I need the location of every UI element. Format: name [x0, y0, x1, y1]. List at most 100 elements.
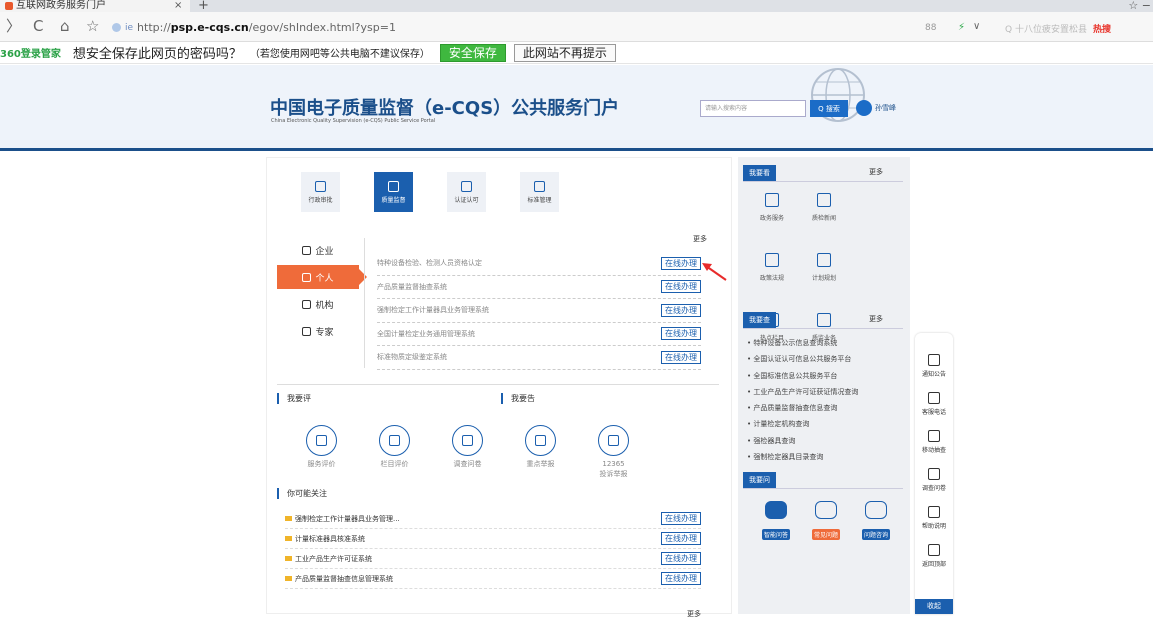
tab-standards[interactable]: 标准管理: [520, 172, 559, 212]
portal-subtitle: China Electronic Quality Supervision (e-…: [271, 118, 436, 124]
see-tag[interactable]: 我要看: [743, 165, 776, 181]
plan-link[interactable]: 计划规划: [798, 245, 850, 305]
report-button[interactable]: 重点举报: [504, 425, 577, 479]
url-field[interactable]: ie http:// psp.e-cqs.cn /egov/shIndex.ht…: [112, 18, 982, 37]
survey-float-button[interactable]: 调查问卷: [915, 461, 953, 499]
category-label: 质量监督: [381, 196, 406, 204]
search-button[interactable]: Q 搜索: [810, 100, 848, 117]
ie-mode-icon[interactable]: ie: [125, 23, 133, 33]
see-more-link[interactable]: 更多: [869, 167, 883, 177]
focus-name[interactable]: 计量标准器具核准系统: [295, 534, 365, 544]
gov-service-icon: [765, 193, 779, 207]
consult-button[interactable]: 问题咨询: [851, 501, 901, 540]
focus-name[interactable]: 产品质量监督抽查信息管理系统: [295, 574, 393, 584]
check-more-link[interactable]: 更多: [869, 314, 883, 324]
check-link[interactable]: • 特种设备公示信息查询系统: [747, 335, 907, 351]
online-handle-button[interactable]: 在线办理: [661, 512, 701, 525]
see-item-label: 质检新闻: [811, 215, 836, 222]
security-icon: [112, 23, 121, 32]
tab-certification[interactable]: 认证认可: [447, 172, 486, 212]
online-handle-button[interactable]: 在线办理: [661, 256, 701, 270]
check-link[interactable]: • 计量检定机构查询: [747, 416, 907, 432]
speed-mode-icon[interactable]: ⚡: [958, 22, 965, 33]
save-password-button[interactable]: 安全保存: [439, 43, 506, 62]
service-name[interactable]: 标准物质定级鉴定系统: [377, 352, 447, 362]
services-more-link[interactable]: 更多: [693, 234, 707, 244]
policy-link[interactable]: 政策法规: [746, 245, 798, 305]
column-eval-button[interactable]: 栏目评价: [358, 425, 431, 479]
collapse-button[interactable]: 收起: [915, 599, 953, 614]
notice-button[interactable]: 通知公告: [915, 347, 953, 385]
gov-service-link[interactable]: 政务服务: [746, 185, 798, 245]
password-note: （若您使用网吧等公共电脑不建议保存）: [249, 49, 430, 60]
online-handle-button[interactable]: 在线办理: [661, 280, 701, 294]
bookmark-star-icon[interactable]: ☆: [86, 18, 99, 34]
never-remind-button[interactable]: 此网站不再提示: [513, 43, 616, 62]
check-link[interactable]: • 强检器具查询: [747, 433, 907, 449]
check-link[interactable]: • 强制检定器具目录查询: [747, 449, 907, 465]
online-handle-button[interactable]: 在线办理: [661, 552, 701, 565]
sidebar-item-personal[interactable]: 个人: [277, 265, 367, 289]
back-to-top-button[interactable]: 返回顶部: [915, 537, 953, 575]
sidebar-item-label: 企业: [315, 246, 334, 257]
home-button[interactable]: ⌂: [60, 18, 70, 34]
phone-icon: [928, 392, 940, 404]
service-eval-button[interactable]: 服务评价: [285, 425, 358, 479]
calendar-icon: [817, 253, 831, 267]
survey-button[interactable]: 调查问卷: [431, 425, 504, 479]
help-button[interactable]: 帮助说明: [915, 499, 953, 537]
service-name[interactable]: 全国计量检定业务通用管理系统: [377, 329, 475, 339]
online-handle-button[interactable]: 在线办理: [661, 327, 701, 341]
user-name: 孙雪峰: [875, 104, 896, 112]
evaluate-row: 服务评价 栏目评价 调查问卷 重点举报 12365 投诉举报: [285, 425, 650, 479]
focus-name[interactable]: 工业产品生产许可证系统: [295, 554, 372, 564]
category-label: 行政审批: [308, 196, 333, 204]
check-link[interactable]: • 产品质量监督抽查信息查询: [747, 400, 907, 416]
tab-admin-approval[interactable]: 行政审批: [301, 172, 340, 212]
service-name[interactable]: 特种设备检验、检测人员资格认定: [377, 258, 482, 268]
browser-tab[interactable]: 互联网政务服务门户 ×: [0, 0, 190, 12]
divider: [364, 238, 365, 368]
window-controls[interactable]: ☆ −: [1128, 0, 1151, 12]
news-link[interactable]: 质检新闻: [798, 185, 850, 245]
online-handle-button[interactable]: 在线办理: [661, 532, 701, 545]
back-button[interactable]: 〉: [6, 18, 21, 34]
avatar: [856, 100, 872, 116]
float-label: 调查问卷: [921, 485, 946, 492]
focus-name[interactable]: 强制检定工作计量器具业务管理...: [295, 514, 400, 524]
faq-button[interactable]: 常见问题: [801, 501, 851, 540]
reload-button[interactable]: C: [33, 18, 43, 34]
online-handle-button[interactable]: 在线办理: [661, 303, 701, 317]
online-handle-button[interactable]: 在线办理: [661, 572, 701, 585]
browser-search-box[interactable]: Q 十八位疲安置松县 热搜: [1005, 20, 1135, 36]
tab-close-icon[interactable]: ×: [174, 0, 182, 12]
ask-tag[interactable]: 我要问: [743, 472, 776, 488]
online-handle-button[interactable]: 在线办理: [661, 350, 701, 364]
sidebar-item-institution[interactable]: 机构: [277, 292, 359, 316]
red-arrow-annotation: [702, 263, 727, 281]
tab-quality-supervision[interactable]: 质量监督: [374, 172, 413, 212]
check-link[interactable]: • 全国认证认可信息公共服务平台: [747, 351, 907, 367]
bottom-more-link[interactable]: 更多: [687, 609, 701, 619]
float-label: 帮助说明: [921, 523, 946, 530]
float-label: 客服电话: [921, 409, 946, 416]
check-link[interactable]: • 工业产品生产许可证获证情况查询: [747, 384, 907, 400]
chevron-down-icon[interactable]: ∨: [973, 21, 980, 32]
complaint-button[interactable]: 12365 投诉举报: [577, 425, 650, 479]
hot-search-button[interactable]: 热搜: [1093, 22, 1111, 35]
browser-tab-bar: 互联网政务服务门户 × + ☆ −: [0, 0, 1153, 13]
user-menu[interactable]: 孙雪峰: [856, 100, 896, 116]
search-input[interactable]: 请输入搜索内容: [700, 100, 806, 117]
mobile-check-button[interactable]: 移动抽查: [915, 423, 953, 461]
check-link[interactable]: • 全国标准信息公共服务平台: [747, 368, 907, 384]
grid-icon[interactable]: 88: [925, 23, 936, 33]
service-name[interactable]: 强制检定工作计量器具业务管理系统: [377, 305, 489, 315]
sidebar-item-enterprise[interactable]: 企业: [277, 238, 359, 262]
quality-icon: [388, 180, 399, 192]
smart-qa-button[interactable]: 智能问答: [751, 501, 801, 540]
hotline-button[interactable]: 客服电话: [915, 385, 953, 423]
sidebar-item-expert[interactable]: 专家: [277, 319, 359, 343]
see-item-label: 政策法规: [759, 275, 784, 282]
service-name[interactable]: 产品质量监督抽查系统: [377, 282, 447, 292]
check-tag[interactable]: 我要查: [743, 312, 776, 328]
